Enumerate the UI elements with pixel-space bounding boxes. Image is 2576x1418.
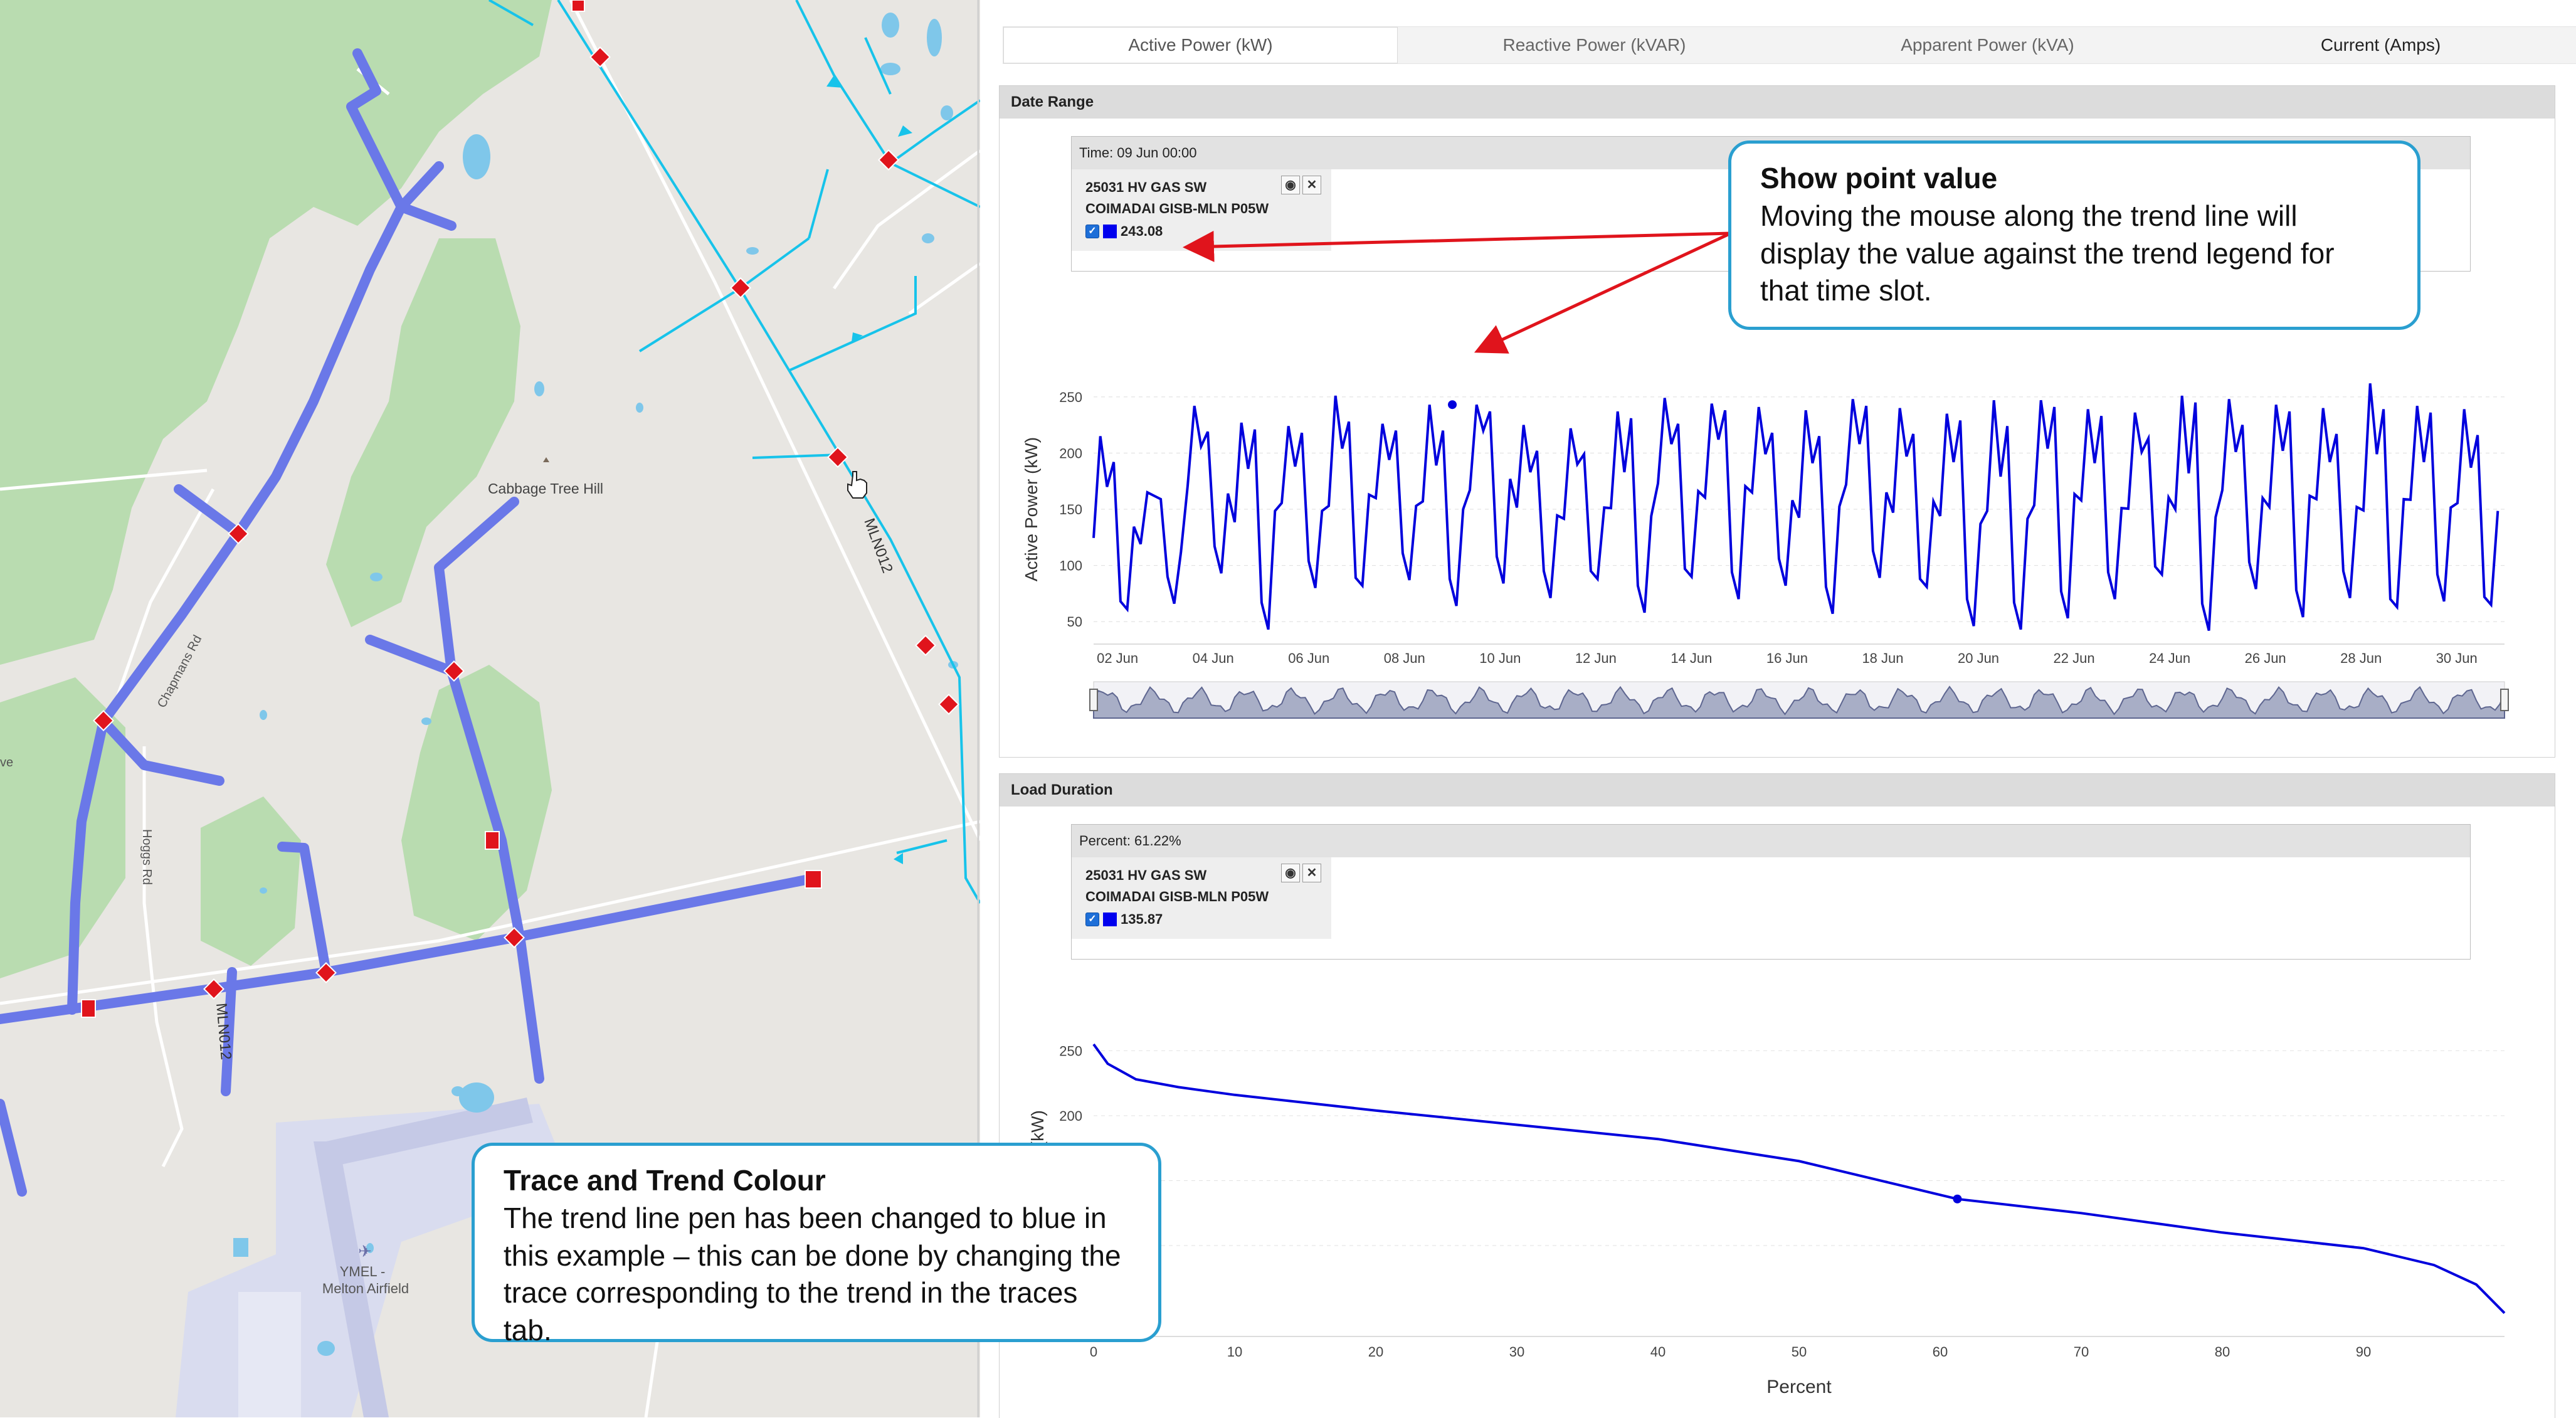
power-tabs: Active Power (kW) Reactive Power (kVAR) … — [1003, 26, 2576, 64]
x-tick-label: 14 Jun — [1671, 650, 1712, 666]
active-power-trend-chart[interactable]: 50 100 150 200 250 02 Jun 04 Jun 06 Jun 08 Jun 10… — [1000, 312, 2555, 726]
x-tick-label: 18 Jun — [1862, 650, 1903, 666]
legend-point-value: 243.08 — [1121, 223, 1163, 239]
date-range-title: Date Range — [1000, 86, 2555, 119]
y-tick-label: 50 — [1067, 614, 1082, 630]
x-tick-label: 50 — [1792, 1344, 1807, 1360]
x-tick-label: 04 Jun — [1193, 650, 1234, 666]
x-tick-label: 16 Jun — [1766, 650, 1808, 666]
callout-point-body: Moving the mouse along the trend line wi… — [1760, 199, 2335, 307]
place-label-cabbage-tree-hill: Cabbage Tree Hill — [488, 480, 603, 497]
y-tick-label: 150 — [1059, 502, 1082, 517]
navigator-handle-right — [2500, 689, 2509, 711]
load-duration-chart[interactable]: 2002500 10 20 30 40 50 60 70 80 90Percent(kW) — [1000, 981, 2555, 1418]
load-duration-legend: 25031 HV GAS SW COIMADAI GISB-MLN P05W ✓… — [1072, 857, 1331, 939]
legend-device-name: 25031 HV GAS SW — [1085, 867, 1207, 883]
map-edge-label: ve — [0, 756, 13, 770]
callout-point-title: Show point value — [1760, 162, 1998, 194]
load-duration-title: Load Duration — [1000, 774, 2555, 807]
tab-apparent-power[interactable]: Apparent Power (kVA) — [1791, 27, 2184, 63]
highlight-point — [1953, 1194, 1962, 1204]
tab-current[interactable]: Current (Amps) — [2184, 27, 2576, 63]
legend-color-swatch[interactable] — [1103, 913, 1117, 926]
close-icon[interactable]: ✕ — [1302, 176, 1321, 194]
close-icon[interactable]: ✕ — [1302, 864, 1321, 882]
x-tick-label: 30 Jun — [2436, 650, 2478, 666]
y-axis-label-partial: (kW) — [1028, 1110, 1047, 1147]
load-duration-line — [1092, 1043, 2506, 1315]
legend-device-name: 25031 HV GAS SW — [1085, 179, 1207, 195]
x-tick-label: 08 Jun — [1384, 650, 1425, 666]
road-label-hoggs: Hoggs Rd — [140, 829, 154, 885]
navigator-handle-left — [1089, 689, 1098, 711]
legend-color-swatch[interactable] — [1103, 225, 1117, 238]
legend-feeder-name: COIMADAI GISB-MLN P05W — [1085, 889, 1269, 904]
y-tick-label: 100 — [1059, 558, 1082, 574]
x-tick-label: 80 — [2215, 1344, 2230, 1360]
y-tick-label: 200 — [1059, 1108, 1082, 1124]
airfield-name-label: Melton Airfield — [322, 1281, 409, 1296]
callout-trace-body: The trend line pen has been changed to b… — [504, 1201, 1121, 1347]
x-tick-label: 70 — [2074, 1344, 2089, 1360]
x-tick-label: 60 — [1933, 1344, 1948, 1360]
legend-visibility-checkbox[interactable]: ✓ — [1085, 225, 1099, 238]
load-duration-panel: Load Duration Percent: 61.22% 25031 HV G… — [999, 773, 2555, 1418]
x-tick-label: 26 Jun — [2245, 650, 2286, 666]
x-tick-label: 10 Jun — [1479, 650, 1521, 666]
highlight-point — [1448, 400, 1457, 410]
y-tick-label: 200 — [1059, 445, 1082, 461]
date-range-legend: 25031 HV GAS SW COIMADAI GISB-MLN P05W ✓… — [1072, 169, 1331, 251]
x-tick-label: 24 Jun — [2149, 650, 2190, 666]
callout-show-point-value: Show point value Moving the mouse along … — [1728, 140, 2420, 330]
trend-series-line — [1092, 383, 2499, 631]
tab-active-power[interactable]: Active Power (kW) — [1003, 27, 1398, 63]
callout-trace-title: Trace and Trend Colour — [504, 1164, 826, 1197]
x-tick-label: 12 Jun — [1575, 650, 1617, 666]
legend-visibility-checkbox[interactable]: ✓ — [1085, 913, 1099, 926]
x-tick-label: 06 Jun — [1288, 650, 1329, 666]
x-tick-label: 10 — [1227, 1344, 1242, 1360]
callout-trace-colour: Trace and Trend Colour The trend line pe… — [472, 1143, 1161, 1347]
x-tick-label: 90 — [2356, 1344, 2371, 1360]
y-axis-label: Active Power (kW) — [1021, 437, 1041, 581]
tab-reactive-power[interactable]: Reactive Power (kVAR) — [1398, 27, 1791, 63]
x-tick-label: 40 — [1650, 1344, 1665, 1360]
y-tick-label: 250 — [1059, 389, 1082, 405]
legend-point-value: 135.87 — [1121, 911, 1163, 927]
load-duration-tooltip-box: Percent: 61.22% 25031 HV GAS SW COIMADAI… — [1071, 824, 2471, 960]
airfield-code-label: YMEL - — [340, 1264, 386, 1279]
x-tick-label: 30 — [1509, 1344, 1524, 1360]
load-duration-percent-header: Percent: 61.22% — [1072, 825, 2470, 857]
x-tick-label: 22 Jun — [2054, 650, 2095, 666]
legend-feeder-name: COIMADAI GISB-MLN P05W — [1085, 201, 1269, 216]
x-tick-label: 28 Jun — [2340, 650, 2382, 666]
x-tick-label: 20 — [1368, 1344, 1383, 1360]
eye-icon[interactable]: ◉ — [1281, 864, 1300, 882]
eye-icon[interactable]: ◉ — [1281, 176, 1300, 194]
x-axis-label: Percent — [1766, 1377, 1832, 1397]
x-tick-label: 02 Jun — [1097, 650, 1138, 666]
airport-icon: ✈ — [358, 1242, 372, 1261]
y-tick-label: 250 — [1059, 1043, 1082, 1059]
x-tick-label: 20 Jun — [1958, 650, 1999, 666]
